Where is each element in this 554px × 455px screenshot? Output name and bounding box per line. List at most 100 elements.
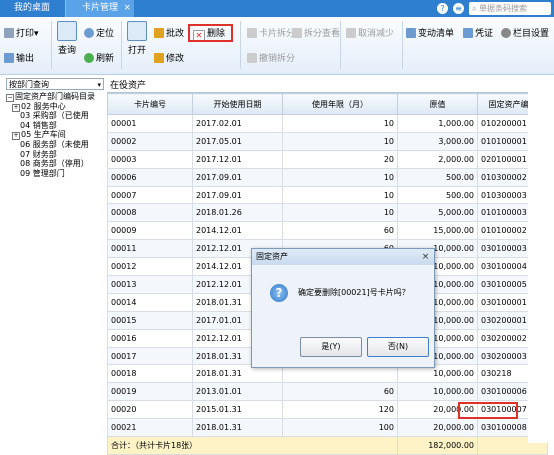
cell-original-value: 10,000.00 <box>397 382 478 402</box>
tab-my-desktop[interactable]: 我的桌面 <box>0 0 64 17</box>
expand-icon[interactable]: + <box>12 103 20 112</box>
tree-item-label: 07 财务部 <box>20 149 57 159</box>
table-row[interactable]: 00008 2018.01.26 10 5,000.00 010100003 <box>107 203 548 223</box>
table-row[interactable]: 00019 2013.01.01 60 10,000.00 030100006 <box>107 382 548 402</box>
cell-original-value: 15,000.00 <box>397 221 478 241</box>
cell-original-value: 500.00 <box>397 167 478 187</box>
cell-start-date: 2017.12.01 <box>192 149 283 169</box>
dept-tree: − 固定资产部门编码目录 +02 服务中心 03 采购部（已使用 04 销售部 +… <box>6 92 106 442</box>
gear-icon <box>501 28 511 38</box>
delete-highlight <box>188 24 233 42</box>
tab-card-management[interactable]: 卡片管理 × <box>65 0 134 17</box>
table-row[interactable]: 00007 2017.09.01 10 500.00 010300003 <box>107 185 548 205</box>
cell-useful-life: 10 <box>282 167 398 187</box>
query-icon <box>57 21 77 41</box>
tree-item[interactable]: 09 管理部门 <box>20 169 65 179</box>
modify-label: 修改 <box>166 54 185 64</box>
tree-item[interactable]: 04 销售部 <box>20 121 57 131</box>
chevron-down-icon: ▾ <box>34 29 39 39</box>
divider <box>340 21 341 69</box>
cell-start-date: 2017.05.01 <box>192 131 283 151</box>
cell-card-no: 00006 <box>107 167 193 187</box>
cell-card-no: 00001 <box>107 114 193 133</box>
print-button[interactable]: 打印▾ <box>4 27 39 41</box>
cell-card-no: 00011 <box>107 239 193 259</box>
tab-card-management-label: 卡片管理 <box>81 3 118 13</box>
export-label: 输出 <box>16 54 35 64</box>
dept-query-select[interactable]: 按部门查询 ▾ <box>6 78 104 90</box>
table-row[interactable]: 00003 2017.12.01 20 2,000.00 020100001 <box>107 149 548 169</box>
expand-icon[interactable]: + <box>12 132 20 141</box>
locate-icon <box>84 28 94 38</box>
chevron-down-icon[interactable]: ▾ <box>97 79 101 91</box>
list-icon <box>406 28 416 38</box>
card-split-button[interactable]: 卡片拆分 <box>247 27 295 41</box>
voucher-button[interactable]: 凭证 <box>463 27 493 41</box>
no-button[interactable]: 否(N) <box>367 337 429 357</box>
change-list-button[interactable]: 变动清单 <box>406 27 454 41</box>
table-row[interactable]: 00006 2017.09.01 10 500.00 010300002 <box>107 167 548 187</box>
cell-start-date: 2018.01.31 <box>192 418 283 438</box>
cell-useful-life: 100 <box>282 418 398 438</box>
modify-button[interactable]: 修改 <box>154 52 184 66</box>
open-icon <box>127 21 147 41</box>
undo-split-label: 撤销拆分 <box>259 54 296 64</box>
divider <box>402 21 403 69</box>
vertical-scrollbar[interactable] <box>528 92 554 443</box>
refresh-button[interactable]: 刷新 <box>84 52 114 66</box>
cell-original-value: 3,000.00 <box>397 131 478 151</box>
tree-item[interactable]: 07 财务部 <box>20 150 57 160</box>
total-value: 182,000.00 <box>397 436 478 455</box>
change-list-label: 变动清单 <box>418 29 455 39</box>
col-header-start-date[interactable]: 开始使用日期 <box>192 93 283 115</box>
export-button[interactable]: 输出 <box>4 52 34 66</box>
divider <box>121 21 122 69</box>
section-title: 在役资产 <box>110 81 147 91</box>
table-row[interactable]: 00021 2018.01.31 100 20,000.00 030100008 <box>107 418 548 438</box>
menu-icon[interactable]: ≡ <box>453 3 464 14</box>
cell-useful-life: 10 <box>282 203 398 223</box>
cell-card-no: 00019 <box>107 382 193 402</box>
cell-useful-life: 60 <box>282 382 398 402</box>
cell-card-no: 00003 <box>107 149 193 169</box>
col-header-useful-life[interactable]: 使用年限（月） <box>282 93 398 115</box>
table-row[interactable]: 00001 2017.02.01 10 1,000.00 010200001 <box>107 114 548 133</box>
yes-button[interactable]: 是(Y) <box>300 337 362 357</box>
open-button[interactable]: 打开 <box>126 21 148 56</box>
cell-card-no: 00015 <box>107 310 193 330</box>
close-icon[interactable]: × <box>123 0 131 17</box>
cell-card-no: 00012 <box>107 257 193 277</box>
tree-item[interactable]: 08 商务部（停用） <box>20 159 89 169</box>
table-row[interactable]: 00009 2014.12.01 60 15,000.00 010100002 <box>107 221 548 241</box>
undo-split-button[interactable]: 撤销拆分 <box>247 52 295 66</box>
tree-item[interactable]: 06 服务部（未使用 <box>20 140 89 150</box>
barcode-search-input[interactable]: ⌕ 单据条码搜索 <box>469 2 551 15</box>
voucher-label: 凭证 <box>475 29 494 39</box>
tree-item[interactable]: 03 采购部（已使用 <box>20 111 89 121</box>
tree-root[interactable]: − 固定资产部门编码目录 <box>6 92 95 102</box>
col-header-original-value[interactable]: 原值 <box>397 93 478 115</box>
tab-bar: 我的桌面 卡片管理 × ? ≡ ⌕ 单据条码搜索 <box>0 0 554 17</box>
close-icon[interactable]: × <box>420 252 431 262</box>
cell-card-no: 00018 <box>107 364 193 384</box>
cell-useful-life: 10 <box>282 114 398 133</box>
split-view-button[interactable]: 拆分查看 <box>292 27 340 41</box>
dialog-title-text: 固定资产 <box>256 252 288 261</box>
locate-button[interactable]: 定位 <box>84 27 114 41</box>
cancel-reduce-label: 取消减少 <box>358 29 395 39</box>
cell-useful-life: 10 <box>282 131 398 151</box>
cell-card-no: 00013 <box>107 275 193 294</box>
voucher-icon <box>463 28 473 38</box>
locate-label: 定位 <box>96 29 115 39</box>
tree-item[interactable]: +05 生产车间 <box>12 130 66 141</box>
cancel-reduce-button[interactable]: 取消减少 <box>346 27 394 41</box>
column-settings-button[interactable]: 栏目设置 <box>501 27 549 41</box>
batch-change-button[interactable]: 批改 <box>154 27 184 41</box>
table-row[interactable]: 00002 2017.05.01 10 3,000.00 010100001 <box>107 131 548 151</box>
help-icon[interactable]: ? <box>437 3 448 14</box>
query-button[interactable]: 查询 <box>56 21 78 56</box>
dept-query-value: 按部门查询 <box>9 80 49 89</box>
tree-root-label: 固定资产部门编码目录 <box>15 92 95 101</box>
col-header-card-no[interactable]: 卡片编号 <box>107 93 193 115</box>
total-row: 合计：（共计卡片18张） 182,000.00 <box>107 436 548 455</box>
